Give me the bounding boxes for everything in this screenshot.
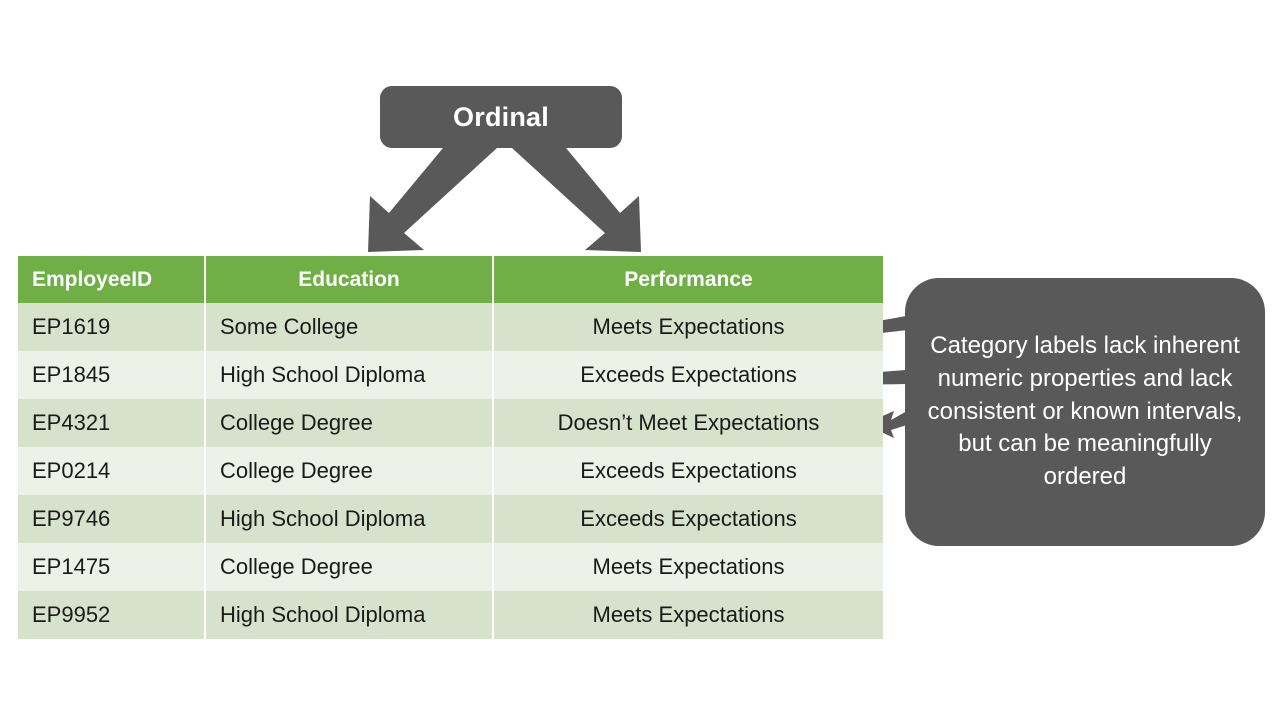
- cell-education: High School Diploma: [205, 495, 494, 543]
- table-row: EP9952 High School Diploma Meets Expecta…: [18, 591, 883, 639]
- column-header-performance: Performance: [493, 256, 883, 303]
- arrow-down-right-icon: [512, 148, 641, 252]
- cell-employeeid: EP1619: [18, 303, 206, 351]
- table-row: EP9746 High School Diploma Exceeds Expec…: [18, 495, 883, 543]
- cell-education: High School Diploma: [205, 351, 494, 399]
- cell-performance: Meets Expectations: [493, 303, 883, 351]
- ordinal-callout-label: Ordinal: [453, 101, 549, 132]
- cell-education: High School Diploma: [205, 591, 494, 639]
- cell-employeeid: EP9746: [18, 495, 206, 543]
- table-header-row: EmployeeID Education Performance: [18, 256, 883, 303]
- cell-performance: Exceeds Expectations: [493, 351, 883, 399]
- cell-performance: Doesn’t Meet Expectations: [493, 399, 883, 447]
- cell-education: Some College: [205, 303, 494, 351]
- explanation-callout-text: Category labels lack inherent numeric pr…: [927, 332, 1243, 490]
- employee-data-table: EmployeeID Education Performance EP1619 …: [18, 256, 883, 639]
- table-row: EP1619 Some College Meets Expectations: [18, 303, 883, 351]
- column-header-education: Education: [205, 256, 494, 303]
- cell-employeeid: EP1845: [18, 351, 206, 399]
- ordinal-callout-box: Ordinal: [380, 86, 622, 148]
- table-row: EP4321 College Degree Doesn’t Meet Expec…: [18, 399, 883, 447]
- cell-employeeid: EP1475: [18, 543, 206, 591]
- cell-employeeid: EP9952: [18, 591, 206, 639]
- cell-education: College Degree: [205, 543, 494, 591]
- cell-education: College Degree: [205, 399, 494, 447]
- cell-performance: Exceeds Expectations: [493, 447, 883, 495]
- column-header-employeeid: EmployeeID: [18, 256, 206, 303]
- cell-employeeid: EP0214: [18, 447, 206, 495]
- explanation-callout-box: Category labels lack inherent numeric pr…: [905, 278, 1265, 546]
- table-row: EP0214 College Degree Exceeds Expectatio…: [18, 447, 883, 495]
- cell-employeeid: EP4321: [18, 399, 206, 447]
- table-row: EP1475 College Degree Meets Expectations: [18, 543, 883, 591]
- cell-performance: Meets Expectations: [493, 591, 883, 639]
- arrow-down-left-icon: [368, 148, 497, 252]
- table-row: EP1845 High School Diploma Exceeds Expec…: [18, 351, 883, 399]
- cell-education: College Degree: [205, 447, 494, 495]
- cell-performance: Exceeds Expectations: [493, 495, 883, 543]
- cell-performance: Meets Expectations: [493, 543, 883, 591]
